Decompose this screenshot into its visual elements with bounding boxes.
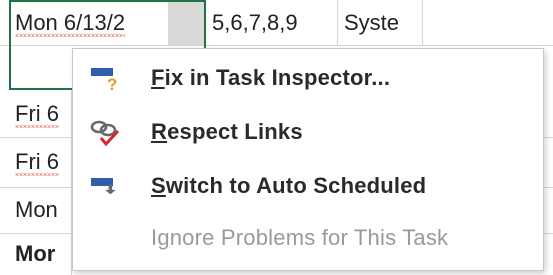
indicator-cell[interactable] <box>169 0 206 45</box>
respect-links-label: Respect Links <box>151 119 303 144</box>
summary-start-date-cell[interactable]: Mor <box>9 233 72 275</box>
start-date-text: Fri 6 <box>15 149 59 176</box>
empty-cell[interactable] <box>423 0 553 45</box>
ignore-problems-item[interactable]: Ignore Problems for This Task <box>73 211 543 265</box>
switch-to-auto-scheduled-label: Switch to Auto Scheduled <box>151 173 427 198</box>
task-inspector-icon: ? <box>89 63 121 94</box>
predecessors-cell[interactable]: 5,6,7,8,9 <box>206 0 338 45</box>
switch-to-auto-scheduled-item[interactable]: Switch to Auto Scheduled <box>73 159 543 213</box>
svg-text:?: ? <box>107 75 117 93</box>
task-row[interactable]: Mon 6/13/2 5,6,7,8,9 Syste <box>0 0 553 46</box>
resource-cell[interactable]: Syste <box>338 0 423 45</box>
start-date-cell[interactable]: Mon 6/13/2 <box>9 0 169 45</box>
ignore-problems-label: Ignore Problems for This Task <box>151 225 449 250</box>
fix-in-task-inspector-label: Fix in Task Inspector... <box>151 65 391 90</box>
context-menu: ? Fix in Task Inspector... Respect Links… <box>72 48 544 271</box>
predecessors-text: 5,6,7,8,9 <box>212 9 298 35</box>
start-date-cell[interactable]: Fri 6 <box>9 90 72 137</box>
start-date-text: Mon <box>15 197 58 222</box>
respect-links-icon <box>89 117 121 147</box>
start-date-text: Mor <box>15 241 56 266</box>
fix-in-task-inspector-item[interactable]: ? Fix in Task Inspector... <box>73 51 543 105</box>
respect-links-item[interactable]: Respect Links <box>73 105 543 159</box>
start-date-cell[interactable]: Mon <box>9 187 72 233</box>
auto-schedule-icon <box>89 171 121 201</box>
resource-text: Syste <box>344 9 400 35</box>
start-date-cell[interactable]: Fri 6 <box>9 137 72 187</box>
start-date-text: Mon 6/13/2 <box>15 9 126 37</box>
start-date-text: Fri 6 <box>15 100 59 128</box>
